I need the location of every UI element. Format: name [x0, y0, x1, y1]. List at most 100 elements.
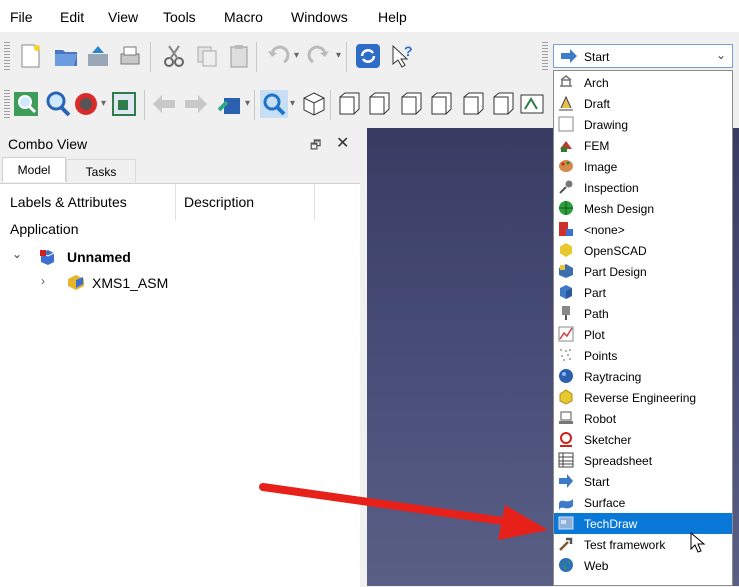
workbench-item-label: Test framework	[584, 538, 666, 552]
workbench-item-points[interactable]: Points	[554, 345, 732, 366]
workbench-item-label: Part Design	[584, 265, 647, 279]
workbench-item-label: FEM	[584, 139, 610, 153]
workbench-item-plot[interactable]: Plot	[554, 324, 732, 345]
assembly-icon	[68, 275, 84, 290]
back-arrow-icon[interactable]	[150, 90, 178, 118]
workbench-item-inspection[interactable]: Inspection	[554, 177, 732, 198]
workbench-item-label: Drawing	[584, 118, 629, 132]
workbench-item-arch[interactable]: Arch	[554, 72, 732, 93]
workbench-item-fem[interactable]: FEM	[554, 135, 732, 156]
right-view-icon[interactable]	[396, 90, 424, 118]
undo-dropdown-icon[interactable]: ▾	[294, 50, 299, 61]
workbench-item-raytracing[interactable]: Raytracing	[554, 366, 732, 387]
chevron-down-icon: ⌄	[715, 48, 726, 62]
bottom-view-icon[interactable]	[458, 90, 486, 118]
open-folder-icon[interactable]	[52, 42, 80, 70]
toolbar-separator	[330, 90, 331, 120]
tree-root-application: Application	[10, 221, 79, 237]
workbench-item-label: Web	[584, 559, 609, 573]
workbench-item-draft[interactable]: Draft	[554, 93, 732, 114]
mesh-design-icon	[559, 201, 573, 215]
toolbar-grip[interactable]	[542, 42, 548, 70]
workbench-item-none[interactable]: <none>	[554, 219, 732, 240]
workbench-item-label: Reverse Engineering	[584, 391, 697, 405]
refresh-icon[interactable]	[354, 42, 382, 70]
menu-windows[interactable]: Windows	[291, 9, 348, 25]
workbench-item-label: Points	[584, 349, 618, 363]
workbench-item-label: Start	[584, 475, 610, 489]
column-header-description[interactable]: Description	[176, 184, 315, 220]
print-icon[interactable]	[116, 42, 144, 70]
fit-selection-icon[interactable]	[44, 90, 72, 118]
float-panel-icon[interactable]: 🗗	[310, 136, 321, 157]
workbench-item-web[interactable]: Web	[554, 555, 732, 576]
workbench-item-start[interactable]: Start	[554, 471, 732, 492]
workbench-item-techdraw[interactable]: TechDraw	[554, 513, 732, 534]
arch-icon	[560, 75, 572, 87]
whats-this-icon[interactable]: ?	[388, 42, 416, 70]
workbench-item-sketcher[interactable]: Sketcher	[554, 429, 732, 450]
workbench-item-reverse-engineering[interactable]: Reverse Engineering	[554, 387, 732, 408]
copy-icon[interactable]	[193, 42, 221, 70]
forward-arrow-icon[interactable]	[182, 90, 210, 118]
chevron-down-icon[interactable]: ⌄	[12, 247, 22, 261]
workbench-item-spreadsheet[interactable]: Spreadsheet	[554, 450, 732, 471]
tree-document-unnamed[interactable]: Unnamed	[67, 249, 131, 265]
drawing-icon	[558, 116, 574, 132]
sketcher-icon	[560, 432, 572, 447]
column-header-labels[interactable]: Labels & Attributes	[0, 184, 176, 220]
menu-macro[interactable]: Macro	[224, 9, 263, 25]
measure-icon[interactable]	[518, 90, 546, 118]
surface-icon	[559, 499, 573, 510]
workbench-item-label: Spreadsheet	[584, 454, 653, 468]
workbench-selector[interactable]: Start ⌄	[553, 44, 733, 68]
workbench-item-part-design[interactable]: Part Design	[554, 261, 732, 282]
save-icon[interactable]	[84, 42, 112, 70]
redo-icon[interactable]	[305, 42, 333, 70]
workbench-item-part[interactable]: Part	[554, 282, 732, 303]
workbench-item-image[interactable]: Image	[554, 156, 732, 177]
workbench-item-openscad[interactable]: OpenSCAD	[554, 240, 732, 261]
chevron-right-icon[interactable]: ›	[41, 274, 45, 288]
tab-model[interactable]: Model	[2, 157, 66, 182]
tree-item-xms1-asm[interactable]: XMS1_ASM	[92, 275, 168, 291]
zoom-dropdown-icon[interactable]: ▾	[290, 98, 295, 109]
toolbar-grip[interactable]	[4, 42, 10, 70]
isometric-view-icon[interactable]	[300, 90, 328, 118]
menu-edit[interactable]: Edit	[60, 9, 84, 25]
openscad-icon	[560, 243, 572, 257]
rear-view-icon[interactable]	[426, 90, 454, 118]
toolbar-grip[interactable]	[4, 90, 10, 118]
workbench-item-surface[interactable]: Surface	[554, 492, 732, 513]
menu-file[interactable]: File	[10, 9, 33, 25]
redo-dropdown-icon[interactable]: ▾	[336, 50, 341, 61]
toolbar-separator	[256, 42, 257, 72]
workbench-item-drawing[interactable]: Drawing	[554, 114, 732, 135]
bounding-box-icon[interactable]	[110, 90, 138, 118]
left-view-icon[interactable]	[488, 90, 516, 118]
top-view-icon[interactable]	[364, 90, 392, 118]
undo-icon[interactable]	[264, 42, 292, 70]
menu-view[interactable]: View	[108, 9, 138, 25]
panel-splitter[interactable]	[360, 128, 367, 586]
menu-tools[interactable]: Tools	[163, 9, 196, 25]
workbench-item-mesh-design[interactable]: Mesh Design	[554, 198, 732, 219]
sync-dropdown-icon[interactable]: ▾	[245, 98, 250, 109]
paste-icon[interactable]	[225, 42, 253, 70]
cut-icon[interactable]	[160, 42, 188, 70]
new-document-icon[interactable]	[16, 42, 44, 70]
tab-tasks[interactable]: Tasks	[66, 159, 136, 182]
zoom-icon[interactable]	[260, 90, 288, 118]
workbench-item-path[interactable]: Path	[554, 303, 732, 324]
part-design-icon	[559, 264, 573, 278]
workbench-item-label: Path	[584, 307, 609, 321]
sync-view-icon[interactable]	[216, 90, 244, 118]
toolbar-separator	[254, 90, 255, 120]
close-icon[interactable]: ✕	[336, 133, 349, 153]
fit-all-icon[interactable]	[12, 90, 40, 118]
menu-help[interactable]: Help	[378, 9, 407, 25]
draw-style-dropdown-icon[interactable]: ▾	[101, 98, 106, 109]
front-view-icon[interactable]	[334, 90, 362, 118]
workbench-item-robot[interactable]: Robot	[554, 408, 732, 429]
draw-style-icon[interactable]	[72, 90, 100, 118]
